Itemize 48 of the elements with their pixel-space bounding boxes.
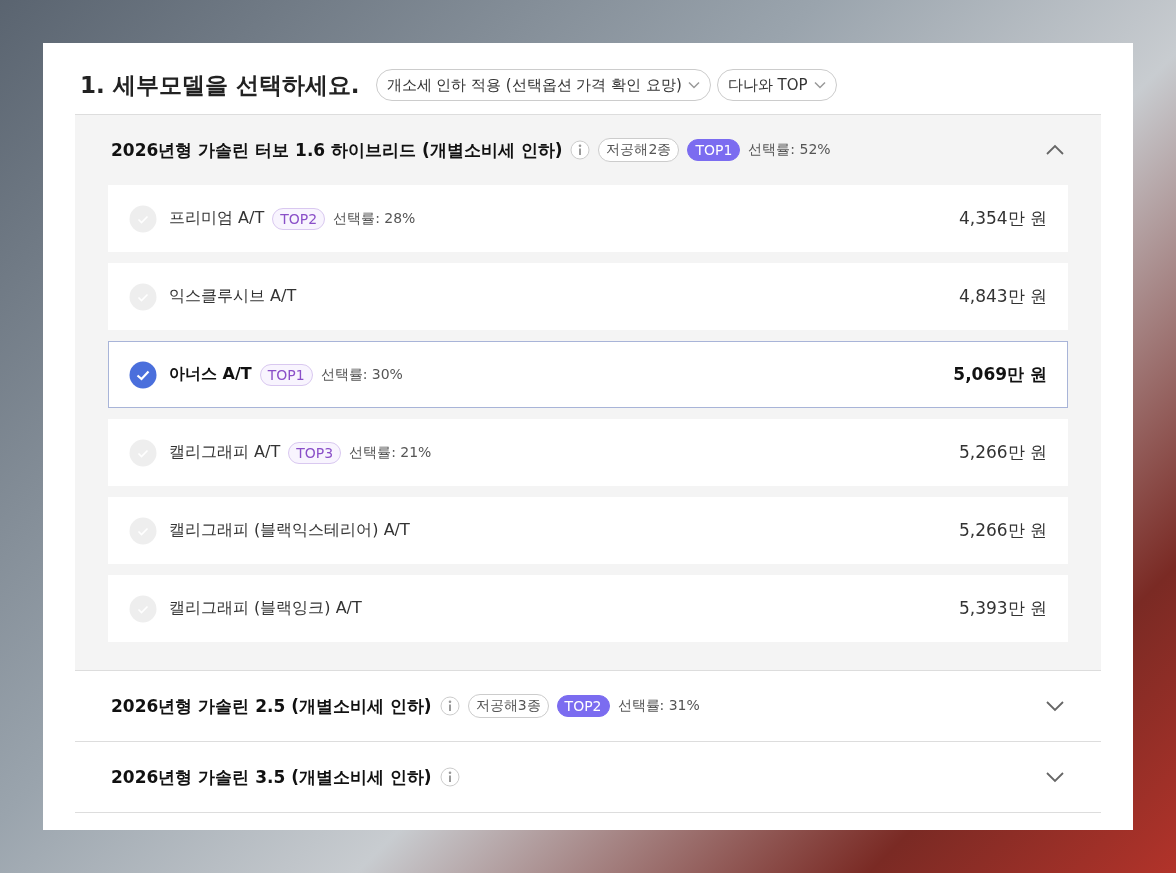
trim-option[interactable]: 캘리그래피 (블랙익스테리어) A/T 5,266만 원: [108, 497, 1068, 564]
trim-name: 아너스 A/T: [169, 364, 252, 385]
trim-option[interactable]: 캘리그래피 A/T TOP3 선택률: 21% 5,266만 원: [108, 419, 1068, 486]
trim-option[interactable]: 캘리그래피 (블랙잉크) A/T 5,393만 원: [108, 575, 1068, 642]
check-icon: [129, 360, 157, 389]
info-icon: [570, 140, 591, 160]
filter-dropdown[interactable]: 다나와 TOP: [716, 69, 837, 101]
selection-rate: 선택률: 21%: [349, 443, 432, 462]
chevron-icon: [1045, 144, 1065, 156]
selection-rate: 선택률: 30%: [320, 365, 403, 384]
chevron-icon: [1045, 700, 1065, 712]
info-icon: [439, 767, 460, 787]
section-heading: 1. 세부모델을 선택하세요.: [80, 70, 360, 100]
trim-option[interactable]: 익스클루시브 A/T 4,843만 원: [108, 263, 1068, 330]
model-group-header[interactable]: 2026년형 가솔린 터보 1.6 하이브리드 (개별소비세 인하) 저공해2종 TOP1 선택률: 52%: [75, 115, 1101, 185]
trim-name: 캘리그래피 A/T: [169, 442, 281, 463]
model-group-header[interactable]: 2026년형 가솔린 3.5 (개별소비세 인하): [75, 742, 1101, 812]
trim-price: 5,266만 원: [958, 441, 1047, 464]
trim-option[interactable]: 프리미엄 A/T TOP2 선택률: 28% 4,354만 원: [108, 185, 1068, 252]
trim-name: 캘리그래피 (블랙잉크) A/T: [169, 598, 362, 619]
chevron-icon: [1045, 771, 1065, 783]
rank-badge: TOP2: [272, 207, 326, 230]
trim-price: 5,069만 원: [953, 363, 1047, 386]
model-group-title: 2026년형 가솔린 3.5 (개별소비세 인하): [111, 765, 432, 789]
selection-rate: 선택률: 52%: [748, 141, 831, 159]
trim-name: 익스클루시브 A/T: [169, 286, 297, 307]
trim-name: 프리미엄 A/T: [169, 208, 265, 229]
trim-price: 4,843만 원: [958, 285, 1047, 308]
caret-icon: [813, 81, 826, 89]
trim-price: 5,266만 원: [958, 519, 1047, 542]
rank-badge: TOP1: [259, 363, 313, 386]
trim-price: 5,393만 원: [958, 597, 1047, 620]
filter-dropdown[interactable]: 개소세 인하 적용 (선택옵션 가격 확인 요망): [375, 69, 711, 101]
info-icon: [439, 696, 460, 716]
rank-badge: TOP2: [556, 695, 610, 717]
model-group-header[interactable]: 2026년형 가솔린 2.5 (개별소비세 인하) 저공해3종 TOP2 선택률: 31%: [75, 671, 1101, 741]
selection-rate: 선택률: 28%: [333, 209, 416, 228]
caret-icon: [687, 81, 700, 89]
model-group-title: 2026년형 가솔린 터보 1.6 하이브리드 (개별소비세 인하): [111, 138, 563, 162]
selection-rate: 선택률: 31%: [617, 697, 700, 715]
emission-badge: 저공해3종: [467, 694, 549, 718]
trim-price: 4,354만 원: [958, 207, 1047, 230]
trim-name: 캘리그래피 (블랙익스테리어) A/T: [169, 520, 410, 541]
rank-badge: TOP1: [687, 139, 741, 161]
emission-badge: 저공해2종: [598, 138, 680, 162]
rank-badge: TOP3: [288, 441, 342, 464]
trim-option[interactable]: 아너스 A/T TOP1 선택률: 30% 5,069만 원: [108, 341, 1068, 408]
model-group-title: 2026년형 가솔린 2.5 (개별소비세 인하): [111, 694, 432, 718]
